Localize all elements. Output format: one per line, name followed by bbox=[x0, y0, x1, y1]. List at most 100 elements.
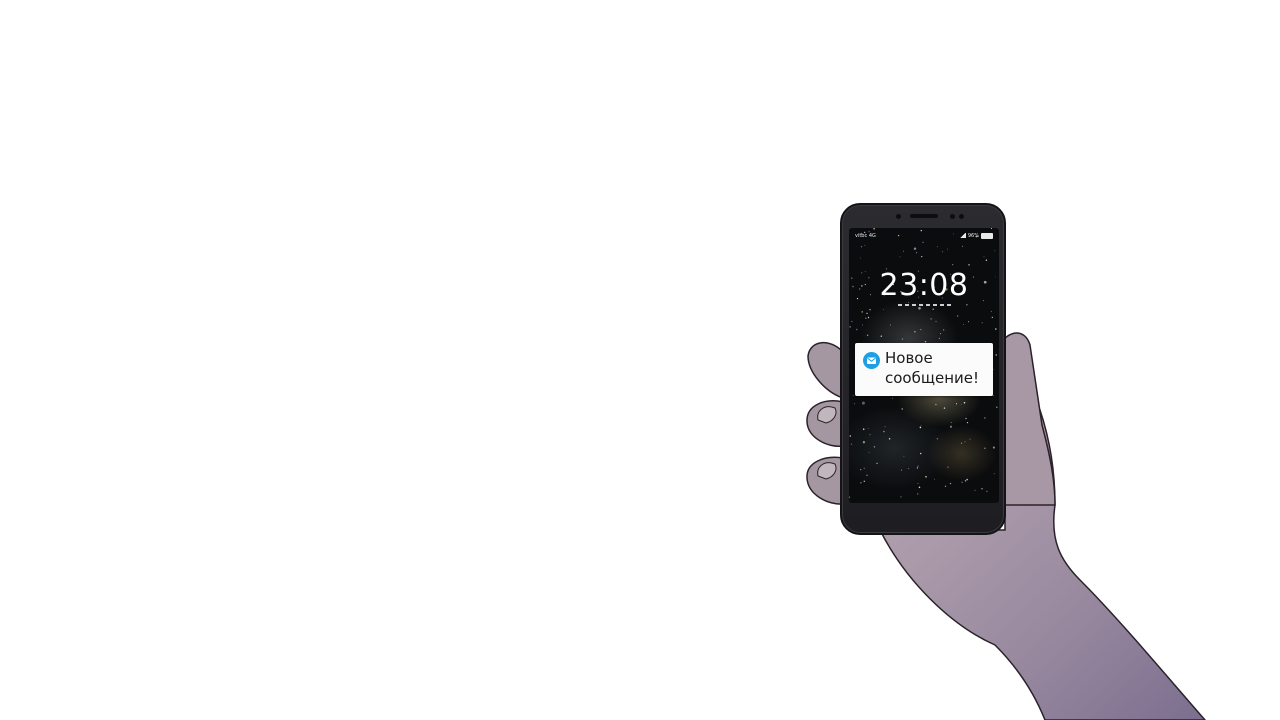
star bbox=[920, 425, 922, 427]
date-line bbox=[849, 302, 999, 308]
star bbox=[949, 425, 953, 428]
star bbox=[863, 480, 866, 483]
star bbox=[860, 481, 862, 484]
star bbox=[866, 334, 869, 336]
star bbox=[936, 438, 939, 440]
star bbox=[889, 324, 891, 326]
star bbox=[900, 496, 902, 498]
star bbox=[969, 438, 971, 440]
battery-icon bbox=[981, 232, 993, 239]
star bbox=[963, 324, 964, 325]
star bbox=[866, 474, 868, 476]
star bbox=[932, 308, 934, 310]
thumb bbox=[999, 332, 1056, 506]
star bbox=[984, 417, 986, 419]
carrier-label: vitbc 4G bbox=[855, 233, 876, 239]
star bbox=[974, 489, 976, 491]
star bbox=[865, 317, 867, 319]
star bbox=[922, 241, 924, 243]
sensor bbox=[959, 214, 964, 219]
finger-top bbox=[807, 342, 844, 400]
star bbox=[993, 473, 995, 475]
status-right: 96% bbox=[959, 232, 993, 240]
star bbox=[920, 255, 923, 258]
star bbox=[862, 428, 865, 430]
earpiece bbox=[910, 214, 938, 218]
status-bar: vitbc 4G 96% bbox=[853, 232, 995, 240]
star bbox=[944, 485, 947, 487]
star bbox=[903, 250, 905, 252]
front-camera bbox=[896, 214, 901, 219]
star bbox=[901, 469, 902, 471]
star bbox=[955, 403, 958, 405]
smartphone: vitbc 4G 96% 23:08 Новое сообщение! bbox=[840, 203, 1006, 535]
star bbox=[968, 321, 970, 323]
star bbox=[990, 310, 993, 313]
sensor bbox=[950, 214, 955, 219]
star bbox=[859, 257, 861, 259]
star bbox=[903, 455, 905, 457]
star bbox=[981, 322, 983, 324]
star bbox=[864, 244, 866, 246]
star bbox=[935, 320, 937, 323]
star bbox=[884, 426, 886, 428]
star bbox=[940, 333, 941, 335]
star bbox=[966, 478, 968, 481]
star bbox=[861, 311, 863, 313]
star bbox=[861, 401, 865, 405]
star bbox=[869, 434, 871, 436]
star bbox=[917, 465, 919, 467]
star bbox=[991, 316, 993, 318]
star bbox=[860, 469, 862, 471]
star bbox=[852, 395, 854, 396]
star bbox=[966, 421, 969, 424]
star bbox=[986, 490, 988, 492]
star bbox=[862, 441, 866, 444]
star bbox=[901, 338, 904, 340]
star bbox=[849, 326, 851, 328]
star bbox=[907, 467, 910, 470]
star bbox=[925, 475, 927, 478]
star bbox=[985, 259, 988, 261]
star bbox=[950, 422, 952, 423]
battery-percent: 96% bbox=[967, 233, 979, 239]
star bbox=[983, 256, 985, 258]
star bbox=[936, 246, 938, 248]
star bbox=[942, 329, 945, 331]
star bbox=[990, 228, 993, 230]
star bbox=[917, 493, 919, 495]
star bbox=[850, 443, 853, 445]
star bbox=[916, 467, 918, 469]
star bbox=[873, 228, 875, 230]
star bbox=[913, 247, 917, 250]
lock-screen[interactable]: vitbc 4G 96% 23:08 Новое сообщение! bbox=[849, 228, 999, 503]
star bbox=[916, 252, 918, 254]
hand-illustration bbox=[806, 332, 1206, 720]
star bbox=[868, 452, 870, 453]
star bbox=[849, 496, 851, 498]
star bbox=[957, 315, 959, 317]
star bbox=[851, 320, 853, 323]
star bbox=[930, 318, 932, 320]
star bbox=[849, 435, 851, 437]
star bbox=[869, 309, 871, 311]
star bbox=[861, 324, 863, 326]
star bbox=[984, 447, 986, 449]
star bbox=[853, 403, 855, 405]
star bbox=[949, 482, 952, 485]
star bbox=[920, 329, 922, 331]
star bbox=[963, 401, 966, 404]
star bbox=[965, 417, 967, 420]
star bbox=[981, 487, 983, 490]
star bbox=[876, 462, 878, 464]
star bbox=[992, 446, 995, 449]
scene: vitbc 4G 96% 23:08 Новое сообщение! bbox=[0, 0, 1280, 720]
star bbox=[867, 316, 870, 319]
notification-card[interactable]: Новое сообщение! bbox=[855, 343, 993, 396]
star bbox=[960, 403, 962, 405]
star bbox=[873, 446, 876, 448]
star bbox=[952, 264, 954, 266]
star bbox=[891, 397, 894, 399]
star bbox=[964, 441, 966, 443]
star bbox=[914, 330, 916, 333]
